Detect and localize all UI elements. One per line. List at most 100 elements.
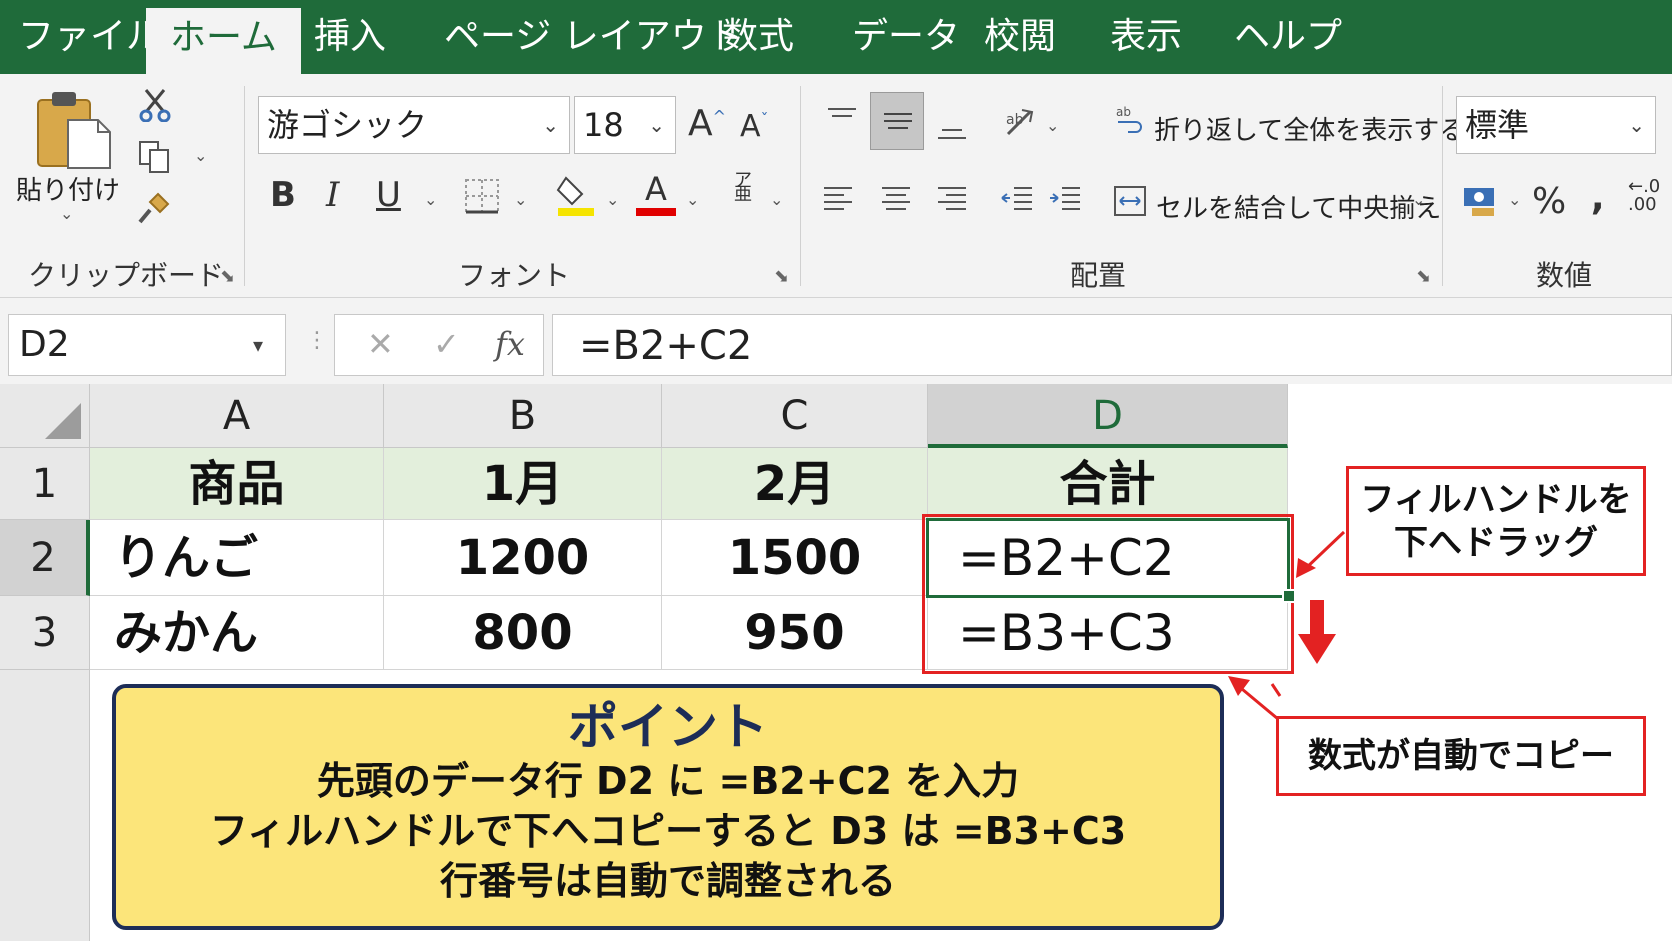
underline-dropdown-icon[interactable]: ⌄ <box>424 192 437 208</box>
svg-text:ab: ab <box>1006 112 1024 128</box>
column-header-d[interactable]: D <box>928 384 1288 448</box>
point-box: ポイント 先頭のデータ行 D2 に =B2+C2 を入力 フィルハンドルで下へコ… <box>112 684 1224 930</box>
tab-home[interactable]: ホーム <box>146 8 301 74</box>
accounting-dropdown-icon[interactable]: ⌄ <box>1508 192 1521 208</box>
format-painter-icon[interactable] <box>138 192 172 232</box>
select-all-button[interactable] <box>0 384 90 448</box>
formula-bar: D2 ▾ ⋮ ✕ ✓ fx =B2+C2 <box>0 298 1672 384</box>
align-left-icon[interactable] <box>822 184 854 222</box>
insert-function-icon[interactable]: fx <box>495 325 525 363</box>
name-box[interactable]: D2 ▾ <box>8 314 286 376</box>
font-launcher-icon[interactable]: ⬊ <box>774 266 789 287</box>
phonetic-dropdown-icon[interactable]: ⌄ <box>770 192 783 208</box>
borders-icon[interactable] <box>464 178 500 220</box>
bold-button[interactable]: B <box>270 178 296 212</box>
formula-input[interactable]: =B2+C2 <box>552 314 1672 376</box>
font-color-icon[interactable]: A <box>636 172 676 216</box>
svg-text:ab: ab <box>1116 105 1131 119</box>
row-header-3[interactable]: 3 <box>0 596 90 670</box>
number-format-value: 標準 <box>1465 106 1530 144</box>
number-format-select[interactable]: 標準 ⌄ <box>1456 96 1656 154</box>
merge-center-button[interactable]: セルを結合して中央揃え <box>1156 188 1441 225</box>
italic-button[interactable]: I <box>326 178 339 212</box>
ribbon: 貼り付け ⌄ ⌄ クリップボード ⬊ 游ゴシック ⌄ 18 ⌄ A^ Aˇ B … <box>0 74 1672 298</box>
increase-indent-icon[interactable] <box>1048 184 1082 222</box>
underline-button[interactable]: U <box>376 178 401 212</box>
fill-handle-callout: フィルハンドルを 下へドラッグ <box>1346 466 1646 576</box>
group-divider <box>244 86 245 286</box>
row-header-1[interactable]: 1 <box>0 448 90 520</box>
row-header-2[interactable]: 2 <box>0 520 90 596</box>
increase-decimal-icon[interactable]: ←.0 .00 <box>1628 178 1660 214</box>
tab-file[interactable]: ファイル <box>18 0 162 74</box>
down-arrow-icon <box>1298 600 1336 664</box>
shrink-font-icon[interactable]: Aˇ <box>740 112 769 142</box>
tab-help[interactable]: ヘルプ <box>1234 0 1342 74</box>
copy-dropdown-icon[interactable]: ⌄ <box>194 148 207 164</box>
cell-c1[interactable]: 2月 <box>662 448 928 520</box>
wrap-text-icon[interactable]: ab <box>1114 104 1144 142</box>
chevron-down-icon: ▾ <box>252 333 263 357</box>
point-line-2: フィルハンドルで下へコピーすると D3 は =B3+C3 <box>209 809 1127 853</box>
paste-dropdown-icon[interactable]: ⌄ <box>60 206 73 222</box>
align-top-icon[interactable] <box>826 106 858 140</box>
decrease-indent-icon[interactable] <box>1000 184 1034 222</box>
enter-icon[interactable]: ✓ <box>433 325 460 363</box>
formula-bar-grip-icon[interactable]: ⋮ <box>306 328 328 353</box>
font-group-label: フォント <box>458 259 571 292</box>
paste-icon <box>37 92 111 169</box>
clipboard-launcher-icon[interactable]: ⬊ <box>220 266 235 287</box>
align-bottom-icon[interactable] <box>936 118 968 152</box>
tab-insert[interactable]: 挿入 <box>314 0 386 74</box>
cell-b3[interactable]: 800 <box>384 596 662 670</box>
cancel-icon[interactable]: ✕ <box>367 325 394 363</box>
column-header-b[interactable]: B <box>384 384 662 448</box>
cell-a1[interactable]: 商品 <box>90 448 384 520</box>
align-center-icon[interactable] <box>880 184 912 222</box>
cell-c3[interactable]: 950 <box>662 596 928 670</box>
column-header-c[interactable]: C <box>662 384 928 448</box>
orientation-dropdown-icon[interactable]: ⌄ <box>1046 118 1059 134</box>
copy-icon[interactable] <box>138 140 172 180</box>
formula-buttons: ✕ ✓ fx <box>334 314 544 376</box>
comma-style-button[interactable]: ‚ <box>1590 178 1604 216</box>
font-name-select[interactable]: 游ゴシック ⌄ <box>258 96 570 154</box>
chevron-down-icon: ⌄ <box>542 113 559 137</box>
merge-center-icon[interactable] <box>1114 186 1146 222</box>
cell-b1[interactable]: 1月 <box>384 448 662 520</box>
align-middle-button[interactable] <box>870 92 924 150</box>
tab-view[interactable]: 表示 <box>1110 0 1182 74</box>
alignment-launcher-icon[interactable]: ⬊ <box>1416 266 1431 287</box>
cell-a2[interactable]: りんご <box>90 520 384 596</box>
font-color-dropdown-icon[interactable]: ⌄ <box>686 192 699 208</box>
tab-page-layout[interactable]: ページ レイアウト <box>444 0 743 74</box>
cell-d1[interactable]: 合計 <box>928 448 1288 520</box>
borders-dropdown-icon[interactable]: ⌄ <box>514 192 527 208</box>
percent-style-button[interactable]: % <box>1532 184 1566 220</box>
cell-c2[interactable]: 1500 <box>662 520 928 596</box>
tab-formulas[interactable]: 数式 <box>722 0 794 74</box>
grow-font-icon[interactable]: A^ <box>688 106 726 142</box>
cell-a3[interactable]: みかん <box>90 596 384 670</box>
align-right-icon[interactable] <box>936 184 968 222</box>
accounting-format-icon[interactable] <box>1462 184 1500 224</box>
paste-label[interactable]: 貼り付け <box>16 170 120 207</box>
fill-handle-callout-line-1: フィルハンドルを <box>1360 480 1632 520</box>
wrap-text-button[interactable]: 折り返して全体を表示する <box>1154 110 1465 147</box>
tab-data[interactable]: データ <box>852 0 960 74</box>
column-header-a[interactable]: A <box>90 384 384 448</box>
fill-color-dropdown-icon[interactable]: ⌄ <box>606 192 619 208</box>
cut-icon[interactable] <box>138 88 172 128</box>
font-size-select[interactable]: 18 ⌄ <box>574 96 676 154</box>
increase-decimal-bottom: .00 <box>1628 194 1657 215</box>
copy-callout: 数式が自動でコピー <box>1276 716 1646 796</box>
fill-color-icon[interactable] <box>556 172 596 222</box>
highlight-box-d2-d3 <box>922 514 1294 674</box>
orientation-icon[interactable]: ab <box>1002 104 1038 146</box>
shrink-font-letter: A <box>740 109 761 144</box>
phonetic-guide-icon[interactable]: ア亜 <box>734 172 752 204</box>
merge-dropdown-icon[interactable]: ⌄ <box>1412 192 1425 208</box>
tab-review[interactable]: 校閲 <box>984 0 1056 74</box>
cell-b2[interactable]: 1200 <box>384 520 662 596</box>
font-color-letter: A <box>645 170 667 208</box>
